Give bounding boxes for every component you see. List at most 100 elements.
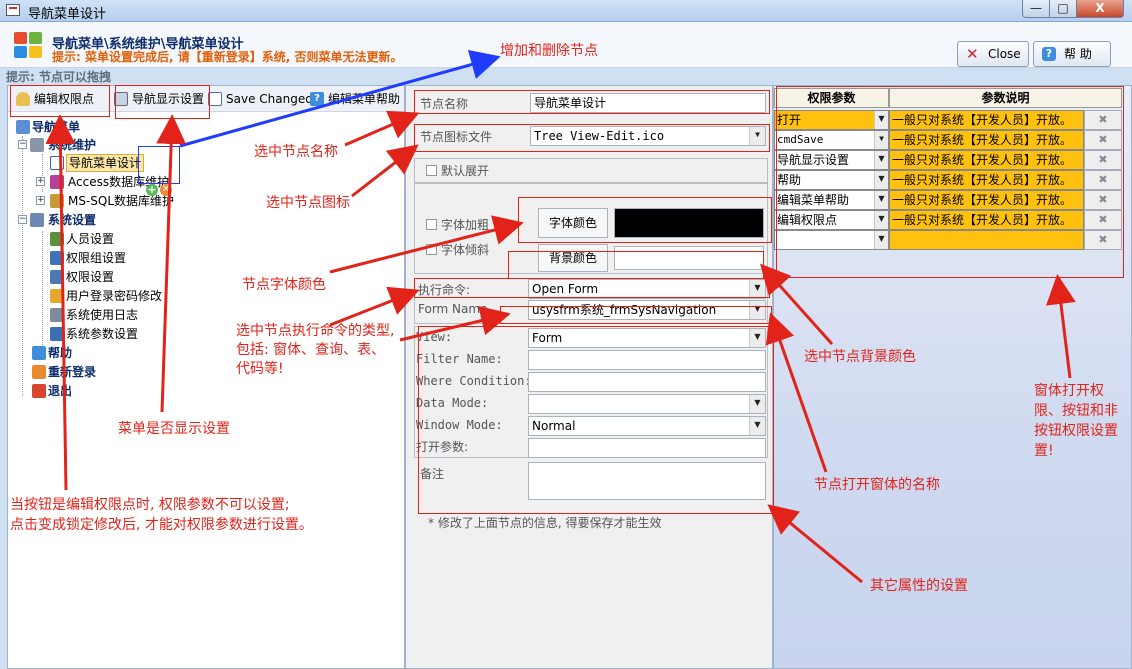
help-icon: ?	[310, 92, 324, 106]
collapse-icon[interactable]: −	[18, 215, 27, 224]
tree-node-label: 退出	[48, 384, 73, 398]
params-icon	[50, 327, 64, 341]
annotation-bg-color: 选中节点背景颜色	[804, 349, 916, 365]
highlight-bg-color	[508, 251, 764, 279]
tree-node-mssql-maint[interactable]: + MS-SQL数据库维护	[36, 192, 196, 210]
edit-help-label: 编辑菜单帮助	[328, 92, 401, 106]
minimize-button[interactable]: —	[1022, 0, 1050, 18]
tree-node-usage-log[interactable]: 系统使用日志	[50, 306, 160, 324]
tree-node-label: 系统参数设置	[66, 327, 139, 341]
app-icon	[6, 4, 20, 16]
collapse-icon[interactable]: −	[18, 140, 27, 149]
window-title-bar: 导航菜单设计 — □ X	[0, 0, 1132, 22]
annotation-form-name: 节点打开窗体的名称	[814, 477, 940, 493]
font-italic-checkbox[interactable]: 字体倾斜	[426, 241, 489, 258]
help-icon: ?	[1042, 47, 1056, 61]
font-italic-label: 字体倾斜	[441, 243, 490, 257]
expand-icon[interactable]: +	[36, 196, 45, 205]
form-name-label: Form Name	[418, 302, 488, 316]
highlight-add-delete	[138, 146, 180, 184]
help-button-label: 帮 助	[1064, 47, 1092, 61]
annotation-node-name: 选中节点名称	[254, 144, 338, 160]
tree-node-relogin[interactable]: 重新登录	[32, 363, 122, 381]
tree-node-label: 系统设置	[48, 213, 97, 227]
tree-node-nav-design[interactable]: 导航菜单设计	[50, 154, 145, 172]
relogin-icon	[32, 365, 46, 379]
edit-icon	[50, 156, 64, 170]
tree-node-label: 权限组设置	[66, 251, 127, 265]
annotation-exec-type-2: 包括: 窗体、查询、表、	[236, 342, 386, 358]
divider	[414, 182, 768, 184]
pencil-icon	[50, 289, 64, 303]
expand-icon[interactable]: +	[36, 177, 45, 186]
font-bold-label: 字体加粗	[441, 218, 490, 232]
window-close-button[interactable]: X	[1076, 0, 1124, 18]
users-icon	[50, 232, 64, 246]
tree-node-help[interactable]: 帮助	[32, 344, 112, 362]
annotation-menu-show: 菜单是否显示设置	[118, 421, 230, 437]
tools-icon	[30, 138, 44, 152]
annotation-perm-4: 置!	[1034, 443, 1054, 459]
maximize-button[interactable]: □	[1049, 0, 1077, 18]
tree-node-label: 导航菜单	[32, 120, 81, 134]
annotation-exec-type-3: 代码等!	[236, 361, 284, 377]
permission-icon	[50, 270, 64, 284]
help-button[interactable]: ? 帮 助	[1033, 41, 1111, 67]
close-icon: ✕	[966, 45, 979, 63]
tree-panel: 编辑权限点 导航显示设置 Save Changed ? 编辑菜单帮助 导航菜单 …	[7, 85, 405, 669]
save-footnote: * 修改了上面节点的信息, 得要保存才能生效	[428, 516, 662, 530]
header-hint: 提示: 菜单设置完成后, 请【重新登录】系统, 否则菜单无法更新。	[52, 50, 403, 64]
save-changed-button[interactable]: Save Changed	[206, 89, 313, 109]
font-bold-checkbox[interactable]: 字体加粗	[426, 216, 489, 233]
group-icon	[50, 251, 64, 265]
tree-node-perm-settings[interactable]: 权限设置	[50, 268, 150, 286]
tree-node-label: 权限设置	[66, 270, 115, 284]
tree-node-label: MS-SQL数据库维护	[68, 194, 175, 208]
highlight-edit-perm	[10, 85, 110, 117]
add-node-icon[interactable]: +	[146, 184, 158, 196]
tree-node-sys-maint[interactable]: − 系统维护	[18, 136, 128, 154]
drag-hint: 提示: 节点可以拖拽	[6, 70, 111, 84]
tree-node-label: 帮助	[48, 346, 73, 360]
exit-icon	[32, 384, 46, 398]
tree-node-label: 人员设置	[66, 232, 115, 246]
annotation-font-color: 节点字体颜色	[242, 277, 326, 293]
highlight-node-name	[414, 90, 770, 114]
annotation-lock-2: 点击变成锁定修改后, 才能对权限参数进行设置。	[10, 517, 313, 533]
tree-node-sys-params[interactable]: 系统参数设置	[50, 325, 160, 343]
highlight-exec-command	[414, 278, 770, 298]
highlight-other-props	[418, 326, 774, 514]
log-icon	[50, 308, 64, 322]
save-icon	[208, 92, 222, 106]
tree-node-exit[interactable]: 退出	[32, 382, 112, 400]
tree-node-root[interactable]: 导航菜单	[16, 118, 136, 136]
highlight-permissions	[776, 86, 1124, 278]
help-icon	[32, 346, 46, 360]
tree-node-login-pwd[interactable]: 用户登录密码修改	[50, 287, 190, 305]
close-button[interactable]: ✕ Close	[957, 41, 1029, 67]
highlight-form-name	[500, 306, 772, 324]
annotation-add-delete: 增加和删除节点	[500, 43, 598, 59]
close-button-label: Close	[988, 47, 1021, 61]
tree-node-label: 系统使用日志	[66, 308, 139, 322]
default-expand-checkbox[interactable]: 默认展开	[426, 162, 489, 179]
default-expand-label: 默认展开	[441, 164, 490, 178]
settings-icon	[30, 213, 44, 227]
save-changed-label: Save Changed	[226, 92, 313, 106]
tree-node-label: 重新登录	[48, 365, 97, 379]
delete-node-icon[interactable]: ✕	[160, 184, 172, 196]
windows-logo-icon	[14, 32, 44, 60]
window-title: 导航菜单设计	[28, 7, 107, 22]
sql-db-icon	[50, 194, 64, 208]
highlight-nav-display	[115, 85, 210, 119]
annotation-perm-2: 限、按钮和非	[1034, 403, 1118, 419]
tree-node-sys-settings[interactable]: − 系统设置	[18, 211, 128, 229]
tree-node-user-settings[interactable]: 人员设置	[50, 230, 150, 248]
tree-node-perm-group[interactable]: 权限组设置	[50, 249, 160, 267]
tree-root-icon	[16, 120, 30, 134]
tree-node-label: 系统维护	[48, 138, 97, 152]
edit-help-button[interactable]: ? 编辑菜单帮助	[308, 89, 404, 109]
annotation-node-icon: 选中节点图标	[266, 195, 350, 211]
annotation-other-props: 其它属性的设置	[870, 578, 968, 594]
annotation-lock-1: 当按钮是编辑权限点时, 权限参数不可以设置;	[10, 497, 290, 513]
